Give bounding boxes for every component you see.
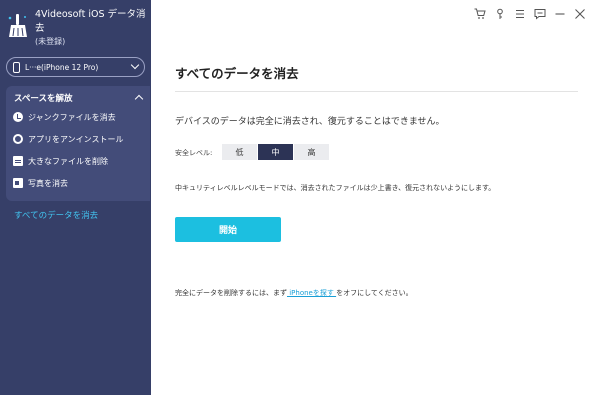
- security-level-description: 中キュリティレベルレベルモードでは、消去されたファイルは少上書き、復元されないよ…: [175, 184, 496, 192]
- sidebar-item-label: アプリをアンインストール: [28, 134, 124, 144]
- clean-icon: [13, 112, 23, 122]
- registration-status: (未登録): [35, 37, 66, 46]
- device-label: L···e(iPhone 12 Pro): [25, 62, 99, 72]
- level-medium-button[interactable]: 中: [258, 144, 294, 160]
- cart-icon[interactable]: [470, 6, 490, 22]
- large-file-icon: [13, 156, 23, 166]
- section-title[interactable]: スペースを解放: [14, 92, 72, 104]
- sidebar-item-label: ジャンクファイルを消去: [28, 112, 116, 122]
- find-my-iphone-note: 完全にデータを削除するには、まず iPhoneを探す をオフにしてください。: [175, 288, 413, 298]
- device-selector[interactable]: L···e(iPhone 12 Pro): [6, 57, 145, 77]
- photo-icon: [13, 178, 23, 188]
- sidebar-item-large-files[interactable]: 大きなファイルを削除: [13, 154, 108, 168]
- note-prefix: 完全にデータを削除するには、まず: [175, 289, 287, 297]
- sidebar-item-uninstall-apps[interactable]: アプリをアンインストール: [13, 132, 124, 146]
- erase-description: デバイスのデータは完全に消去され、復元することはできません。: [175, 117, 445, 127]
- sidebar-item-junk-files[interactable]: ジャンクファイルを消去: [13, 110, 116, 124]
- chevron-down-icon: [130, 60, 140, 70]
- brand: 4Videosoft iOS データ消去 (未登録): [0, 0, 151, 52]
- phone-icon: [13, 61, 20, 73]
- title-divider: [175, 91, 578, 92]
- sidebar-item-label: 写真を消去: [28, 178, 68, 188]
- app-title: 4Videosoft iOS データ消去: [35, 9, 146, 34]
- close-icon[interactable]: [570, 6, 590, 22]
- menu-icon[interactable]: [510, 6, 530, 22]
- page-title: すべてのデータを消去: [175, 66, 299, 81]
- sidebar-item-erase-all[interactable]: すべてのデータを消去: [14, 209, 98, 221]
- sidebar-item-label: 大きなファイルを削除: [28, 156, 108, 166]
- security-level-label: 安全レベル:: [175, 149, 213, 157]
- chevron-up-icon[interactable]: [134, 94, 144, 104]
- key-icon[interactable]: [490, 6, 510, 22]
- start-button[interactable]: 開始: [175, 217, 281, 242]
- security-level-selector: 低 中 高: [222, 144, 330, 160]
- minimize-icon[interactable]: [550, 6, 570, 22]
- feedback-icon[interactable]: [530, 6, 550, 22]
- sidebar: 4Videosoft iOS データ消去 (未登録) L···e(iPhone …: [0, 0, 151, 395]
- free-space-section: スペースを解放 ジャンクファイルを消去 アプリをアンインストール 大きなファイル…: [6, 86, 150, 201]
- window-toolbar: [470, 6, 590, 22]
- sidebar-item-photos[interactable]: 写真を消去: [13, 176, 68, 190]
- app-window: 4Videosoft iOS データ消去 (未登録) L···e(iPhone …: [0, 0, 600, 395]
- eraser-broom-icon: [8, 14, 27, 37]
- level-low-button[interactable]: 低: [222, 144, 258, 160]
- app-gear-icon: [13, 134, 23, 144]
- level-high-button[interactable]: 高: [294, 144, 330, 160]
- find-my-iphone-link[interactable]: iPhoneを探す: [287, 289, 336, 297]
- note-suffix: をオフにしてください。: [336, 289, 413, 297]
